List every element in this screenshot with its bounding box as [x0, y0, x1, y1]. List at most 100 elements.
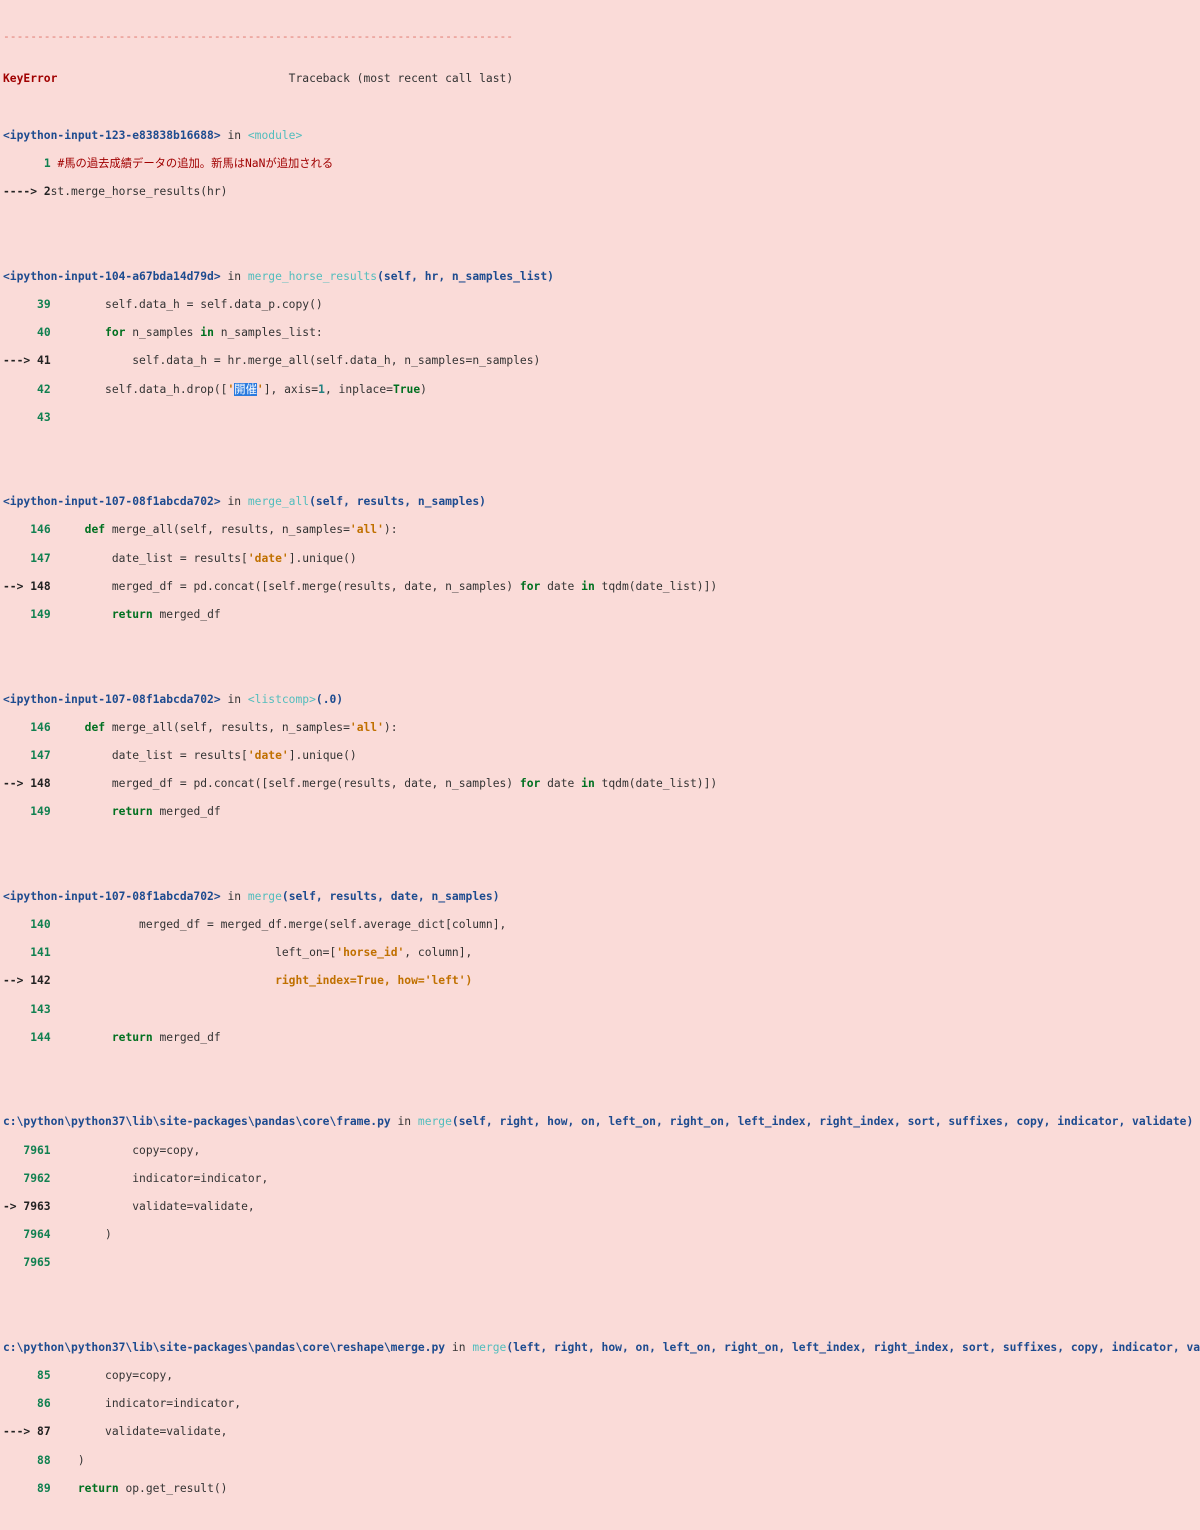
code-comment-nan: NaN — [245, 157, 266, 171]
line-number: 41 — [37, 354, 51, 368]
code-text: self.data_h = hr.merge_all(self.data_h, … — [132, 354, 541, 368]
line-number: 39 — [37, 297, 51, 311]
in-keyword: in — [220, 269, 248, 283]
line-marker: --> — [3, 579, 31, 593]
code-line: 141 left_on=['horse_id', column], — [30, 946, 473, 960]
highlighted-text: 開催 — [234, 382, 257, 396]
code-line: 7964 ) — [0, 1228, 1200, 1242]
traceback-header-spacer — [57, 72, 288, 85]
code-line: 146 def merge_all(self, results, n_sampl… — [30, 720, 398, 734]
line-number: 141 — [30, 946, 51, 960]
code-text: self.data_h = self.data_p.copy() — [105, 297, 323, 311]
line-number: 1 — [43, 157, 51, 171]
code-line: 149 return merged_df — [30, 805, 221, 819]
line-number: 142 — [30, 974, 51, 988]
line-marker: ---> — [3, 1425, 38, 1439]
frame-header: <ipython-input-104-a67bda14d79d> in merg… — [0, 270, 1200, 284]
code-line-current: ---> 87 validate=validate, — [0, 1425, 1200, 1439]
code-line: 7965 — [0, 1256, 1200, 1270]
line-number: 144 — [30, 1030, 51, 1044]
line-number: 7962 — [23, 1171, 51, 1185]
code-line: 147 date_list = results['date'].unique() — [30, 748, 357, 762]
line-number: 87 — [37, 1425, 51, 1439]
frame-header: <ipython-input-107-08f1abcda702> in merg… — [0, 495, 1200, 509]
frame-args: (self, right, how, on, left_on, right_on… — [451, 1115, 1194, 1129]
line-number: 143 — [30, 1002, 51, 1016]
frame-location: <ipython-input-107-08f1abcda702> — [3, 889, 221, 903]
line-number: 2 — [43, 185, 51, 199]
line-number: 86 — [37, 1397, 51, 1411]
frame-function: merge_all — [247, 495, 310, 509]
frame-header: c:\python\python37\lib\site-packages\pan… — [0, 1341, 1200, 1355]
in-keyword: in — [220, 128, 248, 142]
frame-location: <ipython-input-123-e83838b16688> — [3, 128, 221, 142]
code-comment-end: が追加される — [265, 157, 334, 171]
frame-header: <ipython-input-123-e83838b16688> in <mod… — [0, 129, 1200, 143]
frame-location: <ipython-input-107-08f1abcda702> — [3, 495, 221, 509]
code-line: 86 indicator=indicator, — [0, 1397, 1200, 1411]
code-line: 42 self.data_h.drop(['開催'], axis=1, inpl… — [37, 382, 427, 396]
code-line: 7962 indicator=indicator, — [0, 1172, 1200, 1186]
frame-args: (self, results, n_samples) — [309, 495, 486, 509]
line-number: 89 — [37, 1481, 51, 1495]
code-line: 149 return merged_df — [30, 608, 221, 622]
line-number: 7964 — [23, 1228, 51, 1242]
code-line: 85 copy=copy, — [0, 1369, 1200, 1383]
line-marker: --> — [3, 777, 31, 791]
frame-function: merge_horse_results — [247, 269, 378, 283]
frame-header: c:\python\python37\lib\site-packages\pan… — [0, 1115, 1200, 1129]
frame-location: c:\python\python37\lib\site-packages\pan… — [3, 1340, 446, 1354]
in-keyword: in — [445, 1340, 473, 1354]
line-number: 88 — [37, 1453, 51, 1467]
frame-location: c:\python\python37\lib\site-packages\pan… — [3, 1115, 391, 1129]
frame-header: <ipython-input-107-08f1abcda702> in <lis… — [0, 693, 1200, 707]
code-line-current: --> 148 merged_df = pd.concat([self.merg… — [3, 579, 718, 593]
line-number: 85 — [37, 1369, 51, 1383]
code-text: copy=copy, — [105, 1369, 174, 1383]
line-number: 42 — [37, 382, 51, 396]
line-number: 43 — [37, 410, 51, 424]
frame-function: <module> — [247, 128, 303, 142]
line-marker: ---> — [3, 354, 38, 368]
frame-args: (left, right, how, on, left_on, right_on… — [506, 1340, 1200, 1354]
frame-location: <ipython-input-104-a67bda14d79d> — [3, 269, 221, 283]
code-line: 144 return merged_df — [30, 1030, 221, 1044]
code-text: ) — [77, 1453, 85, 1467]
line-number: 146 — [30, 523, 51, 537]
code-text: indicator=indicator, — [105, 1397, 242, 1411]
line-number: 7961 — [23, 1143, 51, 1157]
line-number: 148 — [30, 579, 51, 593]
line-number: 148 — [30, 777, 51, 791]
code-line: 39 self.data_h = self.data_p.copy() — [0, 298, 1200, 312]
line-marker: --> — [3, 974, 31, 988]
error-name: KeyError — [3, 72, 58, 86]
frame-function: merge — [417, 1115, 452, 1129]
frame-location: <ipython-input-107-08f1abcda702> — [3, 692, 221, 706]
separator-dashes: ----------------------------------------… — [3, 30, 514, 44]
code-line: 1 #馬の過去成績データの追加。新馬はNaNが追加される — [0, 157, 1200, 171]
line-marker — [3, 157, 44, 170]
in-keyword: in — [220, 495, 248, 509]
code-text: validate=validate, — [132, 1199, 255, 1213]
code-line: 143 — [0, 1003, 1200, 1017]
code-line: 89 return op.get_result() — [37, 1481, 228, 1495]
code-text: copy=copy, — [132, 1143, 201, 1157]
code-text: ) — [105, 1228, 112, 1242]
line-number: 7965 — [23, 1256, 51, 1270]
line-number: 149 — [30, 805, 51, 819]
separator-line: ----------------------------------------… — [0, 30, 1200, 44]
code-text: indicator=indicator, — [132, 1171, 269, 1185]
line-number: 140 — [30, 918, 51, 932]
error-header-line: KeyError Traceback (most recent call las… — [0, 72, 1200, 86]
code-line: 43 — [0, 411, 1200, 425]
code-text: validate=validate, — [105, 1425, 228, 1439]
line-number: 7963 — [23, 1199, 51, 1213]
frame-args: (self, hr, n_samples_list) — [377, 269, 554, 283]
